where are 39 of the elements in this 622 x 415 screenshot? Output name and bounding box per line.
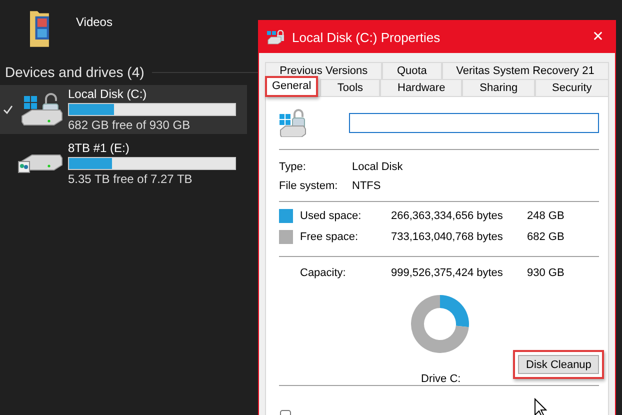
folder-label[interactable]: Videos <box>76 10 112 29</box>
bytes-value: 266,363,334,656 bytes <box>391 210 504 222</box>
info-value: Local Disk <box>352 161 404 173</box>
tab[interactable]: Security <box>534 79 609 96</box>
info-label: Type: <box>279 161 307 173</box>
tab[interactable]: Quota <box>382 62 442 79</box>
drive-label: Drive C: <box>421 373 461 385</box>
network-drive-icon <box>18 153 64 174</box>
tab[interactable]: Tools <box>320 79 380 96</box>
tab[interactable]: Hardware <box>380 79 462 96</box>
space-label: Used space: <box>300 210 362 222</box>
info-value: NTFS <box>352 180 382 192</box>
info-label: File system: <box>279 180 339 192</box>
section-title: Devices and drives (4) <box>5 64 144 80</box>
disk-cleanup-button[interactable]: Disk Cleanup <box>518 355 600 374</box>
size-value: 682 GB <box>527 231 566 243</box>
drive-name: 8TB #1 (E:) <box>68 141 130 155</box>
tab[interactable]: General <box>267 78 316 95</box>
check-icon[interactable] <box>3 104 13 114</box>
name-field[interactable] <box>349 113 599 133</box>
size-value: 248 GB <box>527 210 566 222</box>
close-button[interactable]: ✕ <box>581 21 615 53</box>
video-folder-icon <box>30 10 50 48</box>
dialog-title: Local Disk (C:) Properties <box>292 30 442 44</box>
drive-icon <box>267 30 285 44</box>
tab[interactable]: Previous Versions <box>265 62 382 79</box>
bytes-value: 733,163,040,768 bytes <box>391 231 504 243</box>
tab[interactable]: Veritas System Recovery 21 <box>442 62 609 79</box>
space-label: Free space: <box>300 231 360 243</box>
size-value: 930 GB <box>527 267 566 279</box>
bytes-value: 999,526,375,424 bytes <box>391 267 504 279</box>
free-space-text: 5.35 TB free of 7.27 TB <box>68 172 194 186</box>
system-drive-icon <box>279 109 307 137</box>
free-space-text: 682 GB free of 930 GB <box>68 118 192 132</box>
capacity-label: Capacity: <box>300 267 347 279</box>
drive-name: Local Disk (C:) <box>68 87 148 101</box>
tab[interactable]: Sharing <box>462 79 535 96</box>
drive-item[interactable]: 8TB #1 (E:) 5.35 TB free of 7.27 TB <box>0 139 247 188</box>
drive-item[interactable]: Local Disk (C:) 682 GB free of 930 GB <box>0 85 247 134</box>
